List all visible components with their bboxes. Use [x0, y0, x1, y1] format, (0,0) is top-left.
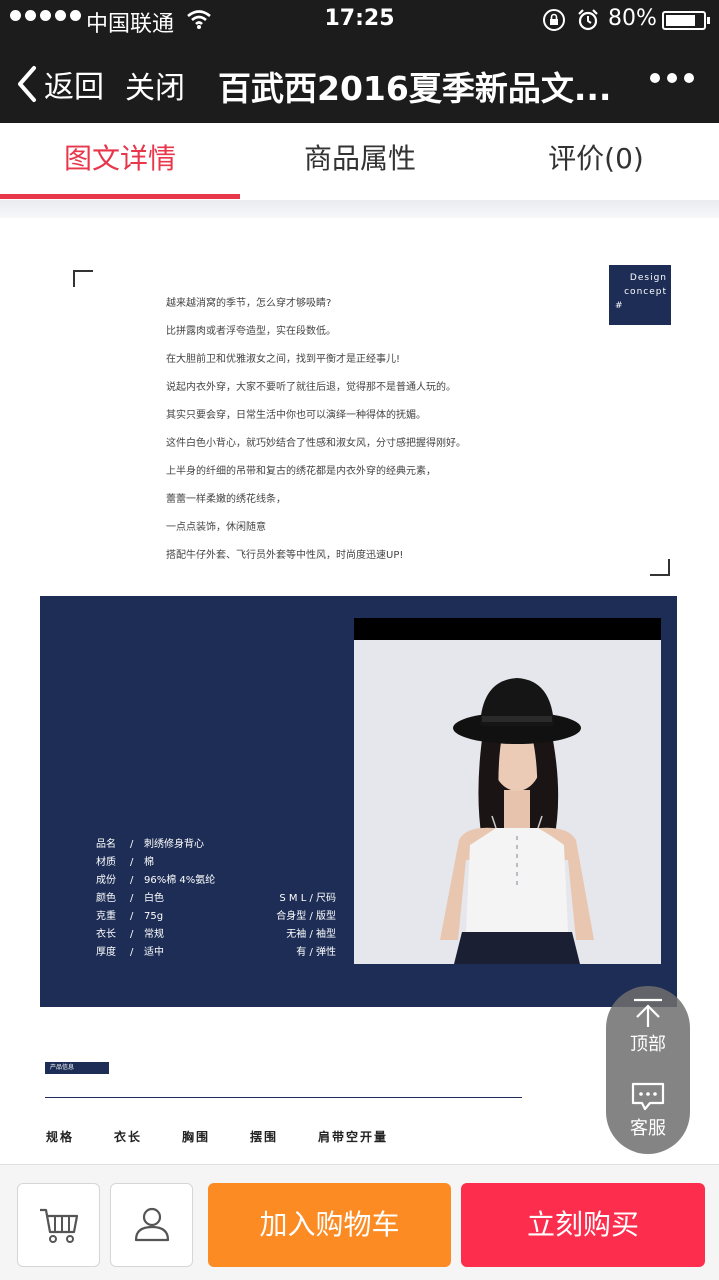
model-photo — [354, 640, 661, 964]
spec-key: 克重 — [96, 911, 116, 922]
spec-value: 96%棉 4%氨纶 — [144, 875, 216, 886]
spec-row: 厚度 / 适中 有 / 弹性 — [96, 944, 336, 962]
size-header: 肩带空开量 — [318, 1130, 389, 1144]
description-line: 在大胆前卫和优雅淑女之间，找到平衡才是正经事儿! — [166, 354, 401, 365]
product-detail-page: 中国联通 17:25 80% 返回 关闭 百武西2016夏季新品文... 图文详… — [0, 0, 719, 1280]
customer-service-button[interactable]: 客服 — [606, 1070, 690, 1154]
spec-right: 有 / 弹性 — [296, 947, 336, 958]
close-button[interactable]: 关闭 — [125, 63, 185, 107]
model-illustration — [354, 640, 661, 964]
tab-product-attributes[interactable]: 商品属性 — [240, 123, 480, 200]
product-info-tag: 产品信息 — [45, 1062, 109, 1074]
tab-reviews[interactable]: 评价(0) — [476, 123, 716, 200]
spec-row: 颜色 / 白色 S M L / 尺码 — [96, 890, 336, 908]
page-title: 百武西2016夏季新品文... — [218, 69, 612, 108]
spec-key: 材质 — [96, 857, 116, 868]
description-line: 越来越消窝的季节，怎么穿才够吸睛? — [166, 298, 332, 309]
back-to-top-label: 顶部 — [630, 1034, 666, 1055]
alarm-icon — [578, 9, 598, 31]
tab-bar: 图文详情 商品属性 评价(0) — [0, 123, 719, 200]
chat-bubble-icon — [631, 1082, 665, 1111]
description-line: 蕾蕾一样柔嫩的绣花线条， — [166, 494, 286, 505]
customer-service-label: 客服 — [630, 1118, 666, 1139]
spec-value: 棉 — [144, 857, 154, 868]
spec-value: 75g — [144, 911, 164, 922]
spec-value: 适中 — [144, 947, 164, 958]
spec-key: 衣长 — [96, 929, 116, 940]
design-concept-badge: Design concept # — [609, 265, 671, 325]
description-line: 其实只要会穿，日常生活中你也可以演绎一种得体的抚媚。 — [166, 410, 426, 421]
spec-right: 无袖 / 袖型 — [286, 929, 336, 940]
floating-actions: 顶部 客服 — [606, 986, 690, 1154]
spec-key: 品名 — [96, 839, 116, 850]
status-bar: 中国联通 17:25 80% — [0, 0, 719, 40]
nav-bar: 返回 关闭 百武西2016夏季新品文... — [0, 40, 719, 123]
shopping-cart-icon — [40, 1208, 79, 1243]
spec-row: 衣长 / 常规 无袖 / 袖型 — [96, 926, 336, 944]
back-label: 返回 — [44, 70, 104, 105]
arrow-up-to-top-icon — [634, 998, 662, 1027]
description-line: 一点点装饰，休闲随意 — [166, 522, 266, 533]
tab-graphic-details[interactable]: 图文详情 — [0, 123, 240, 200]
battery-percent: 80% — [608, 6, 657, 31]
chevron-left-icon — [18, 66, 36, 102]
corner-bracket-top-left — [73, 270, 93, 287]
back-to-top-button[interactable]: 顶部 — [606, 986, 690, 1070]
more-dots-icon[interactable] — [650, 73, 694, 83]
size-header: 摆围 — [250, 1130, 279, 1144]
spec-row: 成份/ 96%棉 4%氨纶 — [96, 872, 336, 890]
design-concept-line2: concept — [624, 287, 667, 297]
spec-key: 颜色 — [96, 893, 116, 904]
tabs-divider — [0, 200, 719, 218]
description-line: 搭配牛仔外套、飞行员外套等中性风，时尚度迅速UP! — [166, 550, 404, 561]
description-line: 说起内衣外穿，大家不要听了就往后退，觉得那不是普通人玩的。 — [166, 382, 456, 393]
spec-value: 常规 — [144, 929, 164, 940]
rotation-lock-icon — [543, 9, 565, 31]
cart-button[interactable] — [17, 1183, 100, 1267]
description-line: 上半身的纤细的吊带和复古的绣花都是内衣外穿的经典元素， — [166, 466, 436, 477]
description-text: 越来越消窝的季节，怎么穿才够吸睛? 比拼露肉或者浮夸造型，实在段数低。 在大胆前… — [166, 298, 586, 578]
spec-right: S M L / 尺码 — [279, 893, 336, 904]
corner-bracket-bottom-right — [650, 559, 670, 576]
spec-value: 刺绣修身背心 — [144, 839, 204, 850]
design-concept-line1: Design — [629, 273, 667, 283]
back-button[interactable]: 返回 — [16, 62, 104, 106]
design-concept-line3: # — [615, 301, 624, 311]
add-to-cart-button[interactable]: 加入购物车 — [208, 1183, 451, 1267]
size-header: 规格 — [46, 1130, 75, 1144]
description-line: 比拼露肉或者浮夸造型，实在段数低。 — [166, 326, 336, 337]
size-header: 胸围 — [182, 1130, 211, 1144]
spec-row: 品名 / 刺绣修身背心 — [96, 836, 336, 854]
profile-button[interactable] — [110, 1183, 193, 1267]
bottom-action-bar: 加入购物车 立刻购买 — [0, 1164, 719, 1280]
spec-key: 厚度 — [96, 947, 116, 958]
description-line: 这件白色小背心，就巧妙结合了性感和淑女风，分寸感把握得刚好。 — [166, 438, 466, 449]
buy-now-button[interactable]: 立刻购买 — [461, 1183, 705, 1267]
spec-key: 成份 — [96, 875, 116, 886]
photo-header-bar — [354, 618, 661, 640]
user-icon — [134, 1207, 170, 1242]
battery-icon — [662, 11, 710, 30]
spec-row: 材质 / 棉 — [96, 854, 336, 872]
section-divider — [45, 1097, 522, 1098]
size-header: 衣长 — [114, 1130, 143, 1144]
active-tab-indicator — [0, 194, 240, 199]
spec-value: 白色 — [144, 893, 164, 904]
spec-row: 克重/ 75g 合身型 / 版型 — [96, 908, 336, 926]
product-spec-card: 品名/ 刺绣修身背心 材质/ 棉 成份/ 96%棉 4%氨纶 颜色/ 白色 — [40, 596, 677, 1007]
spec-right: 合身型 / 版型 — [276, 911, 336, 922]
